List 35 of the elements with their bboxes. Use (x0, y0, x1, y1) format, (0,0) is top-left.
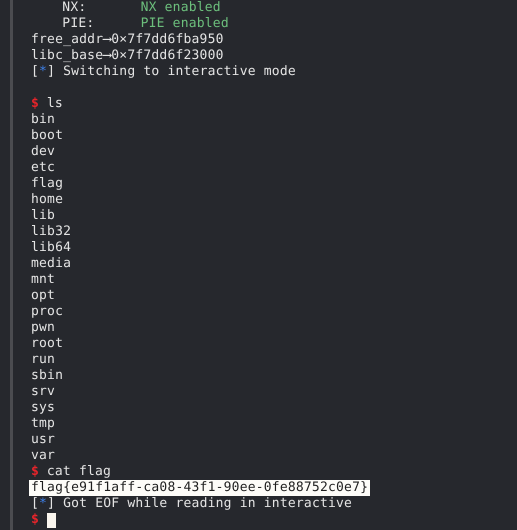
status-line: [*] Switching to interactive mode (31, 64, 296, 80)
output-line: lib64 (31, 240, 72, 256)
output-line: root (31, 336, 64, 352)
output-line: flag (31, 176, 64, 192)
prompt-symbol: $ (31, 464, 40, 480)
output-line: mnt (31, 272, 56, 288)
output-line: sys (31, 400, 56, 416)
output-line: dev (31, 144, 56, 160)
prompt-symbol: $ (31, 96, 40, 112)
output-line: sbin (31, 368, 64, 384)
output-line: etc (31, 160, 56, 176)
checksec-label: NX: (61, 0, 88, 16)
output-line: libc_base⟶0×7f7dd6f23000 (31, 48, 224, 64)
command-text: cat flag (46, 464, 112, 480)
prompt-symbol: $ (31, 512, 40, 528)
output-line: proc (31, 304, 64, 320)
output-line: var (31, 448, 56, 464)
output-line: usr (31, 432, 56, 448)
output-line: tmp (31, 416, 56, 432)
output-line: run (31, 352, 56, 368)
command-text: ls (46, 96, 63, 112)
output-line: pwn (31, 320, 56, 336)
output-line: boot (31, 128, 64, 144)
checksec-value: NX enabled (140, 0, 221, 16)
checksec-label: PIE: (61, 16, 96, 32)
output-line: home (31, 192, 64, 208)
output-line: free_addr⟶0×7f7dd6fba950 (31, 32, 224, 48)
checksec-value: PIE enabled (140, 16, 229, 32)
output-line: opt (31, 288, 56, 304)
output-line: media (31, 256, 72, 272)
output-line: lib (31, 208, 56, 224)
output-line: lib32 (31, 224, 72, 240)
status-line: [*] Got EOF while reading in interactive (31, 496, 352, 512)
output-line: srv (31, 384, 56, 400)
output-line: bin (31, 112, 56, 128)
